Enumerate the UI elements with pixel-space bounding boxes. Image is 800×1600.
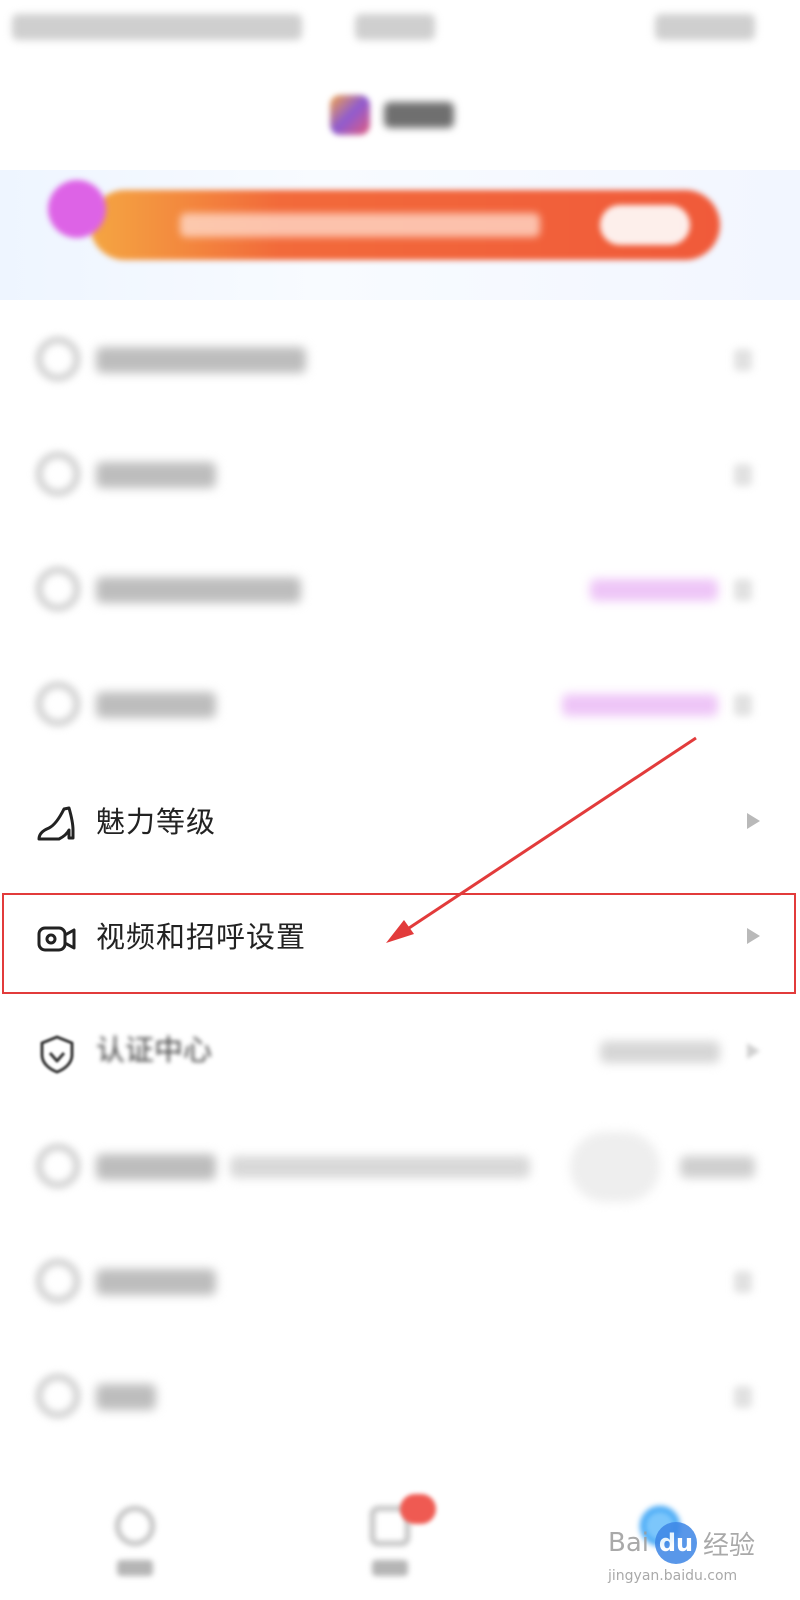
chevron-right-icon — [734, 1386, 752, 1408]
menu-item-icon — [36, 452, 80, 496]
menu-item-4[interactable] — [0, 648, 800, 764]
toggle-switch[interactable] — [570, 1132, 660, 1202]
menu-item-icon — [36, 682, 80, 726]
promo-badge-icon — [48, 180, 106, 238]
menu-item-tag — [562, 694, 718, 716]
menu-item-2[interactable] — [0, 418, 800, 534]
status-bar — [0, 0, 800, 60]
menu-item-label: 认证中心 — [96, 1033, 213, 1067]
menu-item-label — [96, 462, 216, 488]
promo-action-button[interactable] — [600, 205, 690, 245]
menu-item-description — [230, 1156, 530, 1178]
chevron-right-icon — [734, 694, 752, 716]
app-logo-icon — [330, 95, 370, 135]
chevron-right-icon — [747, 1043, 760, 1059]
menu-item-6[interactable] — [0, 1225, 800, 1341]
menu-item-label — [96, 347, 306, 373]
menu-item-label: 魅力等级 — [96, 805, 217, 839]
shield-check-icon — [36, 1033, 78, 1075]
home-icon — [115, 1506, 155, 1546]
menu-item-label — [96, 1154, 216, 1180]
promo-text — [180, 213, 540, 237]
chevron-right-icon — [734, 464, 752, 486]
chevron-right-icon — [734, 349, 752, 371]
menu-item-1[interactable] — [0, 303, 800, 419]
menu-item-status — [680, 1156, 755, 1178]
app-header — [330, 90, 454, 140]
menu-item-label: 视频和招呼设置 — [96, 920, 307, 954]
chevron-right-icon — [747, 928, 760, 944]
menu-item-tag — [600, 1041, 720, 1063]
clock — [355, 14, 435, 40]
video-camera-icon — [36, 918, 78, 960]
carrier-info — [12, 14, 302, 40]
chevron-right-icon — [734, 1271, 752, 1293]
menu-item-icon — [36, 337, 80, 381]
menu-item-label — [96, 1269, 216, 1295]
tab-messages[interactable] — [350, 1494, 436, 1590]
menu-item-icon — [36, 1374, 80, 1418]
watermark-suffix: 经验 — [703, 1530, 756, 1561]
watermark-brand: Bai — [608, 1528, 649, 1558]
watermark: Bai du 经验 jingyan.baidu.com — [608, 1522, 756, 1584]
menu-item-icon — [36, 1259, 80, 1303]
menu-item-7[interactable] — [0, 1340, 800, 1456]
tab-home[interactable] — [95, 1500, 175, 1590]
page-title — [384, 102, 454, 128]
tab-label — [372, 1560, 408, 1576]
unread-badge — [400, 1494, 436, 1524]
menu-item-5[interactable] — [0, 1110, 800, 1226]
menu-item-label — [96, 692, 216, 718]
menu-item-video-greeting-settings[interactable]: 视频和招呼设置 — [0, 880, 800, 996]
chevron-right-icon — [734, 579, 752, 601]
menu-item-charm-level[interactable]: 魅力等级 — [0, 765, 800, 881]
chevron-right-icon — [747, 813, 760, 829]
menu-item-label — [96, 577, 301, 603]
paw-logo-icon: du — [655, 1522, 697, 1564]
menu-item-label — [96, 1384, 156, 1410]
high-heel-icon — [36, 803, 78, 845]
watermark-url: jingyan.baidu.com — [608, 1568, 738, 1584]
battery-indicator — [655, 14, 755, 40]
menu-item-verification-center[interactable]: 认证中心 — [0, 995, 800, 1111]
menu-item-icon — [36, 567, 80, 611]
tab-label — [117, 1560, 153, 1576]
menu-item-tag — [590, 579, 718, 601]
menu-item-3[interactable] — [0, 533, 800, 649]
menu-item-icon — [36, 1144, 80, 1188]
